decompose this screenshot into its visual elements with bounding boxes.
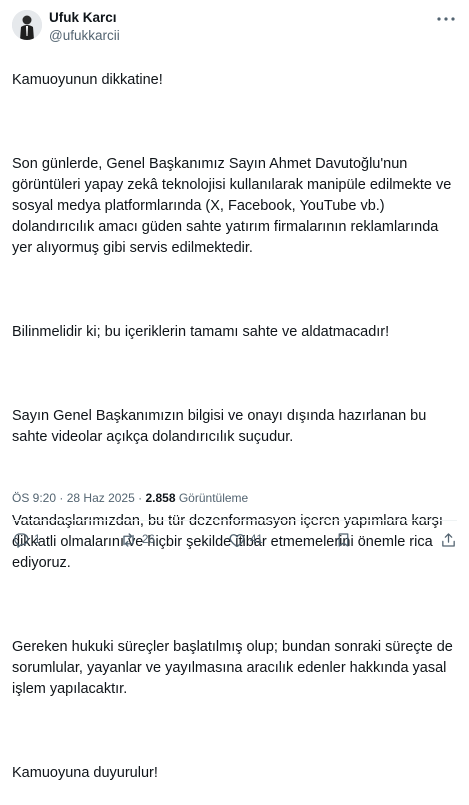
meta-separator: · <box>59 491 64 505</box>
bookmark-button[interactable] <box>335 528 352 552</box>
action-bar: 1 26 41 <box>12 528 457 552</box>
repost-button[interactable]: 26 <box>119 528 155 552</box>
view-count: 2.858 <box>145 491 176 505</box>
tweet-paragraph: Sayın Genel Başkanımızın bilgisi ve onay… <box>12 408 427 445</box>
tweet-text: Kamuoyunun dikkatine! Son günlerde, Gene… <box>12 49 460 805</box>
divider <box>12 520 457 521</box>
tweet-paragraph: Gereken hukuki süreçler başlatılmış olup… <box>12 639 453 697</box>
author-handle[interactable]: @ufukkarcii <box>49 28 120 44</box>
view-label: Görüntüleme <box>178 491 249 505</box>
reply-button[interactable]: 1 <box>12 528 40 552</box>
tweet-paragraph: Kamuoyunun dikkatine! <box>12 72 163 88</box>
tweet-paragraph: Kamuoyuna duyurulur! <box>12 765 158 781</box>
tweet-time[interactable]: ÖS 9:20 <box>12 491 56 505</box>
like-count: 41 <box>250 534 263 546</box>
heart-icon <box>228 531 246 549</box>
tweet: Ufuk Karcı @ufukkarcii Kamuoyunun dikkat… <box>0 0 469 781</box>
like-button[interactable]: 41 <box>228 528 263 552</box>
avatar[interactable] <box>12 10 42 40</box>
reply-icon <box>12 531 30 549</box>
repost-icon <box>119 531 138 549</box>
more-dots-icon[interactable] <box>435 10 457 28</box>
tweet-date[interactable]: 28 Haz 2025 <box>67 491 135 505</box>
reply-count: 1 <box>34 534 41 546</box>
bookmark-icon <box>335 531 352 549</box>
tweet-paragraph: Son günlerde, Genel Başkanımız Sayın Ahm… <box>12 156 452 256</box>
repost-count: 26 <box>142 534 155 546</box>
share-icon <box>440 531 457 549</box>
author-name[interactable]: Ufuk Karcı <box>49 10 117 26</box>
share-button[interactable] <box>440 528 457 552</box>
tweet-paragraph: Bilinmelidir ki; bu içeriklerin tamamı s… <box>12 324 390 340</box>
tweet-meta: ÖS 9:20 · 28 Haz 2025 · 2.858 Görüntülem… <box>12 490 248 506</box>
meta-separator: · <box>138 491 143 505</box>
